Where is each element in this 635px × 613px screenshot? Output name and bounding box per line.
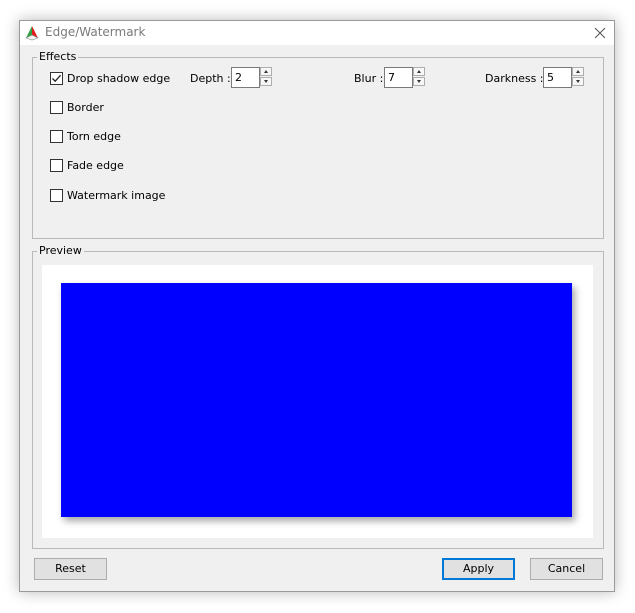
blur-label: Blur : [354, 72, 384, 85]
torn-edge-label: Torn edge [67, 129, 121, 143]
effects-group: Effects Drop shadow edge Border Torn edg… [32, 50, 604, 239]
fade-edge-checkbox[interactable]: Fade edge [50, 157, 124, 173]
blur-up-arrow-icon[interactable] [413, 67, 425, 76]
watermark-image-checkbox[interactable]: Watermark image [50, 187, 165, 203]
drop-shadow-label: Drop shadow edge [67, 71, 171, 85]
border-label: Border [67, 100, 104, 114]
darkness-down-arrow-icon[interactable] [572, 77, 584, 86]
depth-input[interactable]: 2 [231, 67, 260, 88]
apply-button[interactable]: Apply [442, 558, 515, 580]
checkbox-box[interactable] [50, 158, 63, 172]
checkbox-box[interactable] [50, 129, 63, 143]
drop-shadow-checkbox[interactable]: Drop shadow edge [50, 70, 170, 86]
title-bar: Edge/Watermark [20, 21, 614, 45]
preview-image [61, 283, 572, 517]
effects-group-label: Effects [37, 50, 79, 63]
app-icon [24, 25, 40, 41]
close-icon[interactable] [592, 25, 608, 41]
depth-up-arrow-icon[interactable] [260, 67, 272, 76]
torn-edge-checkbox[interactable]: Torn edge [50, 128, 121, 144]
darkness-up-arrow-icon[interactable] [572, 67, 584, 76]
window-title: Edge/Watermark [45, 25, 146, 39]
blur-down-arrow-icon[interactable] [413, 77, 425, 86]
preview-group-label: Preview [37, 244, 84, 257]
checkbox-box[interactable] [50, 100, 63, 114]
cancel-button[interactable]: Cancel [530, 558, 603, 580]
preview-canvas [42, 265, 593, 538]
darkness-input[interactable]: 5 [543, 67, 572, 88]
blur-input[interactable]: 7 [384, 67, 413, 88]
depth-down-arrow-icon[interactable] [260, 77, 272, 86]
border-checkbox[interactable]: Border [50, 99, 104, 115]
reset-button[interactable]: Reset [34, 558, 107, 580]
checkbox-box[interactable] [50, 71, 63, 85]
depth-label: Depth : [190, 72, 231, 85]
watermark-image-label: Watermark image [67, 188, 166, 202]
fade-edge-label: Fade edge [67, 158, 124, 172]
edge-watermark-dialog: Edge/Watermark Effects Drop shadow edge … [19, 20, 615, 592]
darkness-label: Darkness : [485, 72, 544, 85]
checkbox-box[interactable] [50, 188, 63, 202]
